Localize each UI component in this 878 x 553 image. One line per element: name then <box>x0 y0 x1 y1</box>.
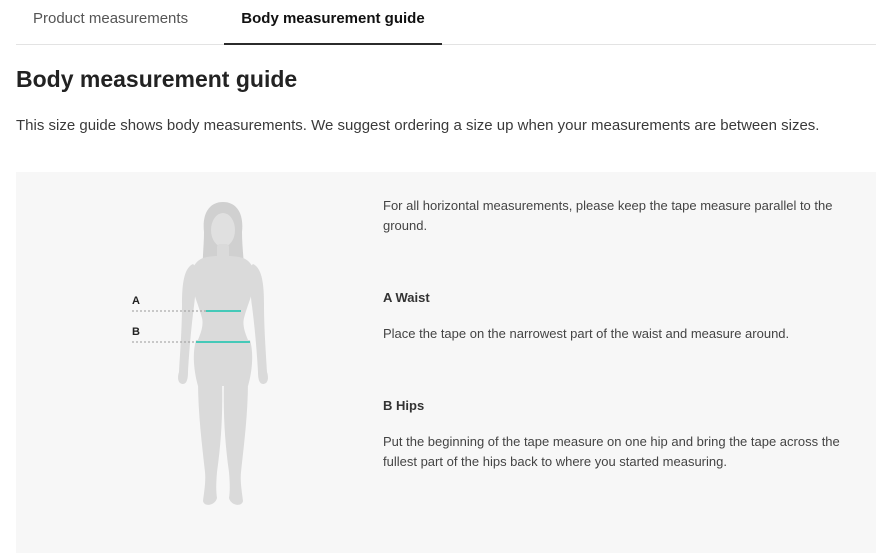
page-title: Body measurement guide <box>16 66 298 92</box>
size-guide-page: Product measurements Body measurement gu… <box>0 0 878 553</box>
waist-heading: A Waist <box>383 290 430 305</box>
body-silhouette-illustration <box>132 202 268 505</box>
marker-a-label: A <box>132 295 140 307</box>
horizontal-measurement-note: For all horizontal measurements, please … <box>383 198 833 233</box>
body-figure: A B <box>124 194 294 514</box>
silhouette <box>178 202 268 505</box>
marker-b-label: B <box>132 326 140 338</box>
tab-product-measurements[interactable]: Product measurements <box>16 0 212 43</box>
tab-body-measurement-guide[interactable]: Body measurement guide <box>224 0 442 45</box>
hips-description: Put the beginning of the tape measure on… <box>383 434 840 469</box>
intro-text: This size guide shows body measurements.… <box>16 117 820 134</box>
measurement-guide-panel: A B For all horizontal measurements, ple… <box>16 172 876 553</box>
waist-description: Place the tape on the narrowest part of … <box>383 326 790 341</box>
tab-bar: Product measurements Body measurement gu… <box>16 0 876 45</box>
hips-heading: B Hips <box>383 398 425 413</box>
